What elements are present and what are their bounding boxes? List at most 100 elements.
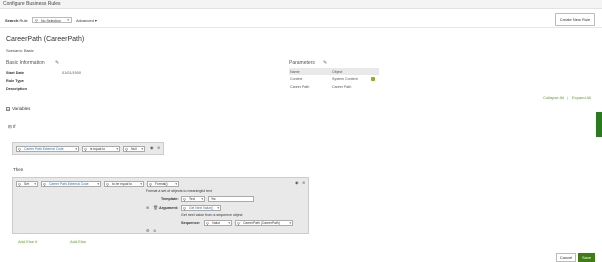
then-function-select[interactable]: ⚲ Format() ▾: [147, 181, 179, 187]
add-else-if-link[interactable]: Add Else If: [18, 239, 37, 244]
then-action-select[interactable]: ⚲ Set ▾: [16, 181, 38, 187]
argument-description: Get next value from a sequence object: [181, 213, 243, 217]
parameter-row-object: System Content: [332, 77, 358, 81]
if-value-value: Null: [131, 147, 137, 152]
if-value-select[interactable]: ⚲ Null ▾: [123, 146, 145, 152]
then-action-value: Set: [24, 182, 29, 187]
template-input-value: %s: [211, 197, 216, 202]
then-label: Then: [13, 167, 24, 172]
then-function-value: Format(): [155, 182, 168, 187]
search-select[interactable]: ⚲ No Selection ▾: [32, 17, 72, 23]
variables-toggle[interactable]: + Variables: [6, 106, 30, 111]
template-type-select[interactable]: ⚲ Text ▾: [181, 196, 205, 202]
chevron-down-icon: ▾: [141, 147, 143, 151]
cancel-button[interactable]: Cancel: [556, 253, 576, 262]
search-select-value: No Selection: [41, 18, 61, 23]
chevron-down-icon: ▾: [97, 182, 99, 186]
eye-icon[interactable]: ◉: [295, 180, 299, 185]
advanced-search-toggle[interactable]: Advanced ▾: [76, 18, 97, 23]
then-operator-select[interactable]: ⚲ to be equal to ▾: [104, 181, 144, 187]
collapse-all-link[interactable]: Collapse All: [543, 95, 564, 100]
search-icon: ⚲: [18, 146, 21, 152]
search-icon: ⚲: [84, 146, 87, 152]
basic-info-heading: Basic Information: [6, 60, 45, 66]
if-field-select[interactable]: ⚲ Career Path.External Code ▾: [16, 146, 79, 152]
sequence-type-value: Value: [212, 221, 221, 226]
edit-basic-info-icon[interactable]: ✎: [55, 60, 59, 66]
if-field-value: Career Path.External Code: [24, 147, 64, 152]
search-icon: ⚲: [183, 196, 186, 202]
parameters-col-name: Name: [290, 69, 300, 74]
if-section: ⊟ If: [8, 124, 16, 130]
chevron-down-icon: ▾: [228, 221, 230, 225]
search-icon: ⚲: [35, 18, 38, 23]
settings-icon[interactable]: ⚙: [146, 228, 150, 233]
search-icon: ⚲: [206, 220, 209, 226]
window-titlebar: Configure Business Rules: [0, 0, 602, 9]
search-icon: ⚲: [183, 205, 186, 211]
sequence-label: Sequence:: [181, 221, 201, 225]
parameters-heading: Parameters: [289, 60, 315, 66]
search-icon: ⚲: [149, 181, 152, 187]
expand-all-link[interactable]: Expand All: [572, 95, 591, 100]
search-label: Search:Rule: [5, 18, 28, 23]
chevron-down-icon: ▾: [34, 182, 36, 186]
parameter-row-object: Career Path: [332, 85, 352, 89]
description-label: Description: [6, 87, 27, 91]
if-condition-row: ⚲ Career Path.External Code ▾ ⚲ is equal…: [12, 142, 164, 155]
argument-label: Argument:: [159, 206, 179, 210]
page-title: CareerPath (CareerPath): [6, 36, 85, 43]
link-separator: |: [567, 95, 569, 100]
chevron-down-icon: ▾: [175, 182, 177, 186]
sequence-type-select[interactable]: ⚲ Value ▾: [204, 220, 232, 226]
search-icon: ⚲: [125, 146, 128, 152]
sequence-value: CareerPath (CareerPath): [243, 221, 280, 226]
eye-icon[interactable]: ◉: [150, 145, 154, 150]
template-input[interactable]: %s: [208, 196, 254, 202]
add-icon[interactable]: ⊕: [146, 205, 149, 210]
window-title: Configure Business Rules: [3, 1, 61, 7]
if-operator-value: is equal to: [90, 147, 106, 152]
start-date-label: Start Date: [6, 71, 24, 75]
chevron-down-icon: ▾: [75, 147, 77, 151]
advanced-label: Advanced: [76, 18, 94, 23]
create-new-rule-button[interactable]: Create New Rule: [555, 13, 595, 26]
search-icon: ⚲: [43, 181, 46, 187]
if-label: If: [13, 124, 16, 129]
sequence-value-select[interactable]: ⚲ CareerPath (CareerPath) ▾: [235, 220, 293, 226]
template-label: Template:: [161, 197, 179, 201]
parameters-col-object: Object: [332, 69, 343, 74]
chevron-down-icon: ▾: [116, 147, 118, 151]
chevron-down-icon: ▾: [94, 18, 97, 23]
search-icon: ⚲: [237, 220, 240, 226]
scenario-label: Scenario: Basic: [6, 48, 34, 53]
chevron-down-icon: ▾: [289, 221, 291, 225]
chevron-down-icon: ▾: [67, 18, 69, 22]
feedback-tab[interactable]: [596, 112, 602, 137]
variables-label: Variables: [12, 106, 31, 111]
then-field-select[interactable]: ⚲ Career Path.External Code ▾: [41, 181, 101, 187]
argument-value: Get Next Value(): [189, 206, 214, 211]
close-icon[interactable]: ⊗: [157, 145, 160, 150]
rule-type-label: Rule Type: [6, 79, 24, 83]
chevron-down-icon: ▾: [217, 206, 219, 210]
parameter-row-name: Context: [290, 77, 303, 81]
search-icon: ⚲: [18, 181, 21, 187]
save-button[interactable]: Save: [578, 253, 595, 262]
then-operator-value: to be equal to: [112, 182, 132, 187]
template-type-value: Text: [189, 197, 196, 202]
expand-plus-icon: +: [6, 107, 10, 111]
delete-icon[interactable]: 🗑: [153, 205, 158, 210]
chevron-down-icon: ▾: [201, 197, 203, 201]
then-field-value: Career Path.External Code: [49, 182, 89, 187]
edit-parameters-icon[interactable]: ✎: [323, 60, 327, 66]
collapse-icon[interactable]: ⊟: [8, 124, 12, 129]
parameter-row-name: Career Path: [290, 85, 310, 89]
search-icon: ⚲: [106, 181, 109, 187]
argument-select[interactable]: ⚲ Get Next Value() ▾: [181, 205, 221, 211]
add-else-link[interactable]: Add Else: [70, 239, 86, 244]
start-date-value: 01/01/1900: [62, 71, 82, 75]
close-icon[interactable]: ⊗: [153, 228, 156, 233]
if-operator-select[interactable]: ⚲ is equal to ▾: [82, 146, 120, 152]
close-icon[interactable]: ⊗: [302, 180, 305, 185]
